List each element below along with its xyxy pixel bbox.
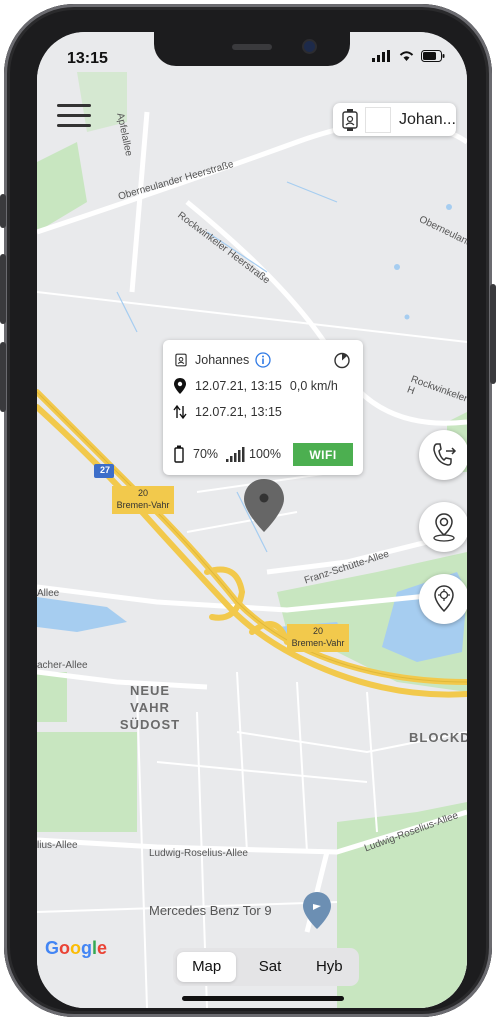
location-pin-icon	[174, 378, 186, 394]
battery-level-icon	[174, 445, 184, 463]
device-info-card[interactable]: Johannes 12.07.21, 13:15 0,0 km/h 12.07.…	[163, 340, 363, 475]
device-selector[interactable]: Johan...	[333, 103, 456, 136]
volume-down-button	[0, 342, 6, 412]
info-name-row: Johannes	[173, 352, 271, 368]
wifi-icon	[399, 51, 414, 61]
hamburger-icon	[57, 104, 91, 107]
location-time: 12.07.21, 13:15	[195, 379, 282, 393]
status-icons	[372, 50, 445, 62]
phone-forward-icon	[433, 443, 457, 466]
info-icon[interactable]	[255, 352, 271, 368]
phone-frame: Apfelallee Oberneulander Heerstraße Rock…	[0, 4, 496, 1017]
power-button	[490, 284, 496, 384]
map-pin-icon	[433, 513, 455, 542]
screen: Apfelallee Oberneulander Heerstraße Rock…	[37, 32, 467, 1008]
info-sync-row: 12.07.21, 13:15	[173, 404, 282, 420]
speed: 0,0 km/h	[289, 379, 338, 393]
map-type-map[interactable]: Map	[177, 952, 237, 982]
device-location-button[interactable]	[419, 502, 467, 552]
refresh-timer-icon[interactable]	[333, 351, 351, 369]
info-location-row: 12.07.21, 13:15 0,0 km/h	[173, 378, 338, 394]
call-out-button[interactable]	[419, 430, 467, 480]
device-name-label: Johannes	[195, 353, 250, 367]
device-name: Johan...	[399, 110, 456, 128]
signal-percent: 100%	[249, 447, 282, 461]
google-logo: Google	[45, 938, 108, 958]
cellular-signal-icon	[372, 50, 390, 62]
signal-strength-icon	[226, 447, 245, 462]
home-indicator[interactable]	[182, 996, 344, 1001]
map-view[interactable]	[37, 32, 467, 1008]
sync-time: 12.07.21, 13:15	[195, 405, 282, 419]
volume-up-button	[0, 254, 6, 324]
map-type-hybrid[interactable]: Hyb	[300, 952, 359, 982]
menu-button[interactable]	[57, 104, 91, 134]
info-status-row: 70% 100%	[173, 445, 281, 463]
map-type-control[interactable]: Map Sat Hyb	[173, 948, 359, 986]
status-time: 13:15	[67, 50, 108, 67]
sync-arrows-icon	[173, 404, 187, 420]
connection-badge: WIFI	[293, 443, 353, 466]
my-location-button[interactable]	[419, 574, 467, 624]
mute-switch	[0, 194, 6, 228]
watch-icon	[175, 353, 187, 367]
map-type-sat[interactable]: Sat	[240, 952, 299, 982]
target-pin-icon	[434, 585, 454, 613]
watch-icon	[342, 108, 358, 131]
battery-percent: 70%	[193, 447, 219, 461]
notch	[154, 32, 350, 66]
avatar	[365, 106, 391, 133]
battery-icon	[421, 50, 445, 62]
